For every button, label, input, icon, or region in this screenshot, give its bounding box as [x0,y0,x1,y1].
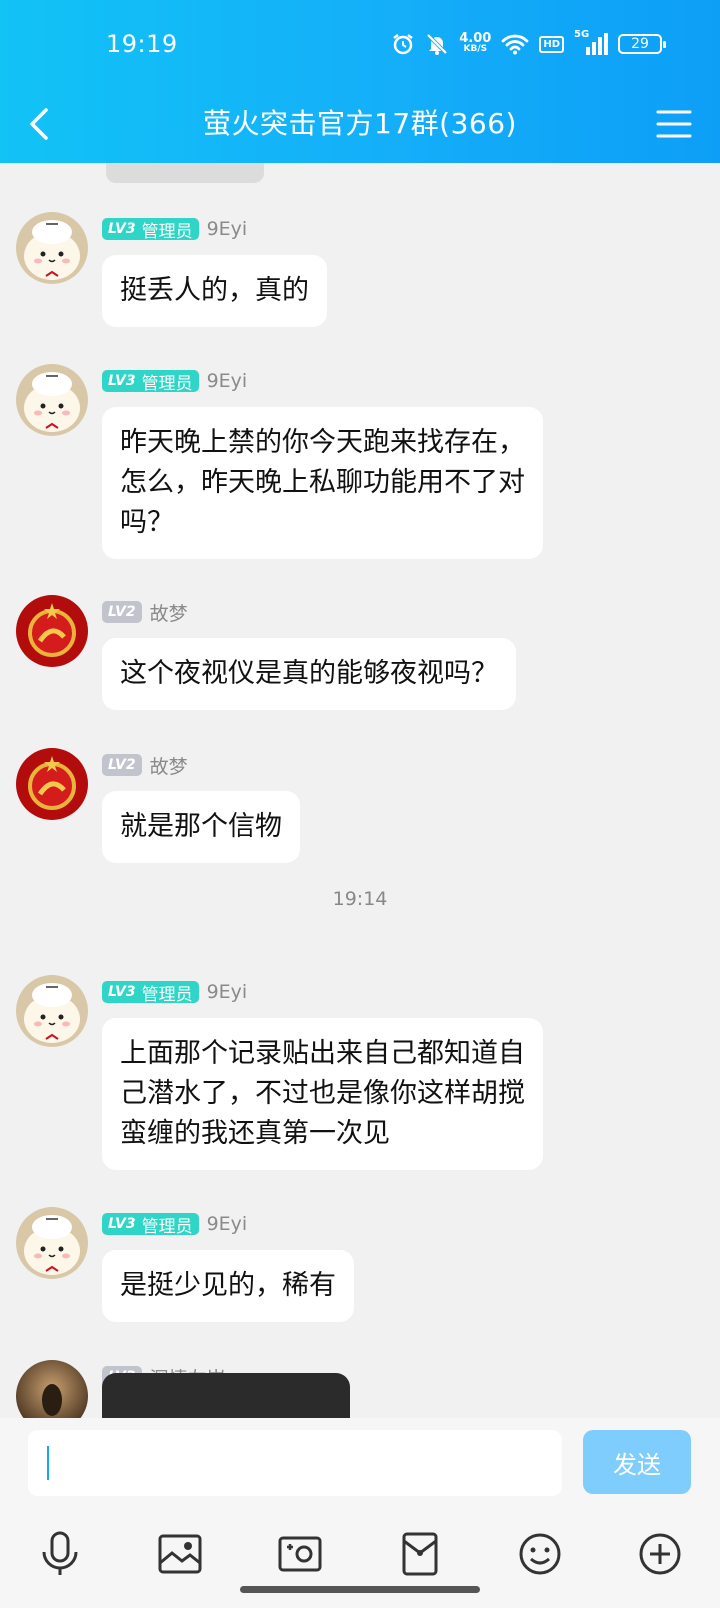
level-badge: LV3 [102,1213,140,1235]
text-caret [47,1446,49,1480]
message-bubble[interactable]: 上面那个记录贴出来自己都知道自 己潜水了，不过也是像你这样胡搅 蛮缠的我还真第一… [102,1018,543,1170]
bunny-avatar-icon [16,1207,88,1279]
bunny-avatar-icon [16,364,88,436]
send-button[interactable]: 发送 [583,1430,691,1494]
microphone-icon [42,1531,78,1575]
image-icon [158,1534,202,1574]
more-button[interactable] [630,1524,690,1584]
avatar[interactable] [16,1207,88,1279]
message-meta: LV3 管理员 9Eyi [102,368,247,394]
message-meta: LV3 管理员 9Eyi [102,1211,247,1237]
alarm-icon [391,32,415,56]
status-time: 19:19 [106,30,178,58]
voice-button[interactable] [30,1524,90,1584]
message-meta: LV3 管理员 9Eyi [102,216,247,242]
sender-name[interactable]: 9Eyi [207,981,248,1003]
emblem-avatar-icon [16,748,88,820]
emoji-button[interactable] [510,1524,570,1584]
avatar[interactable] [16,212,88,284]
menu-button[interactable] [654,104,694,144]
chat-message-list[interactable]: LV3 管理员 9Eyi 挺丢人的，真的 LV3 管理员 9Eyi 昨天晚上禁的… [0,163,720,1418]
battery-level: 29 [631,36,649,52]
role-badge: 管理员 [139,1213,199,1237]
camera-button[interactable] [270,1524,330,1584]
bunny-avatar-icon [16,212,88,284]
net-speed: 4.00 KB/S [459,31,492,55]
sender-name[interactable]: 故梦 [150,752,188,779]
sender-name[interactable]: 故梦 [150,599,188,626]
home-indicator[interactable] [240,1586,480,1593]
previous-image-message[interactable] [106,163,264,183]
menu-icon [656,110,692,138]
emblem-avatar-icon [16,595,88,667]
avatar[interactable] [16,595,88,667]
emoji-icon [519,1533,561,1575]
role-badge: 管理员 [139,981,199,1005]
message-bubble[interactable]: 这个夜视仪是真的能够夜视吗？ [102,638,516,710]
red-packet-icon [402,1532,438,1576]
time-divider: 19:14 [332,888,388,910]
bunny-avatar-icon [16,975,88,1047]
image-message[interactable] [102,1373,350,1418]
avatar[interactable] [16,1360,88,1418]
page-title: 萤火突击官方17群(366) [203,107,517,140]
signal-icon: 5G [574,29,608,55]
level-badge: LV3 [102,218,140,240]
input-area: 发送 [0,1418,720,1608]
message-bubble[interactable]: 挺丢人的，真的 [102,255,327,327]
role-badge: 管理员 [139,370,199,394]
message-meta: LV2 故梦 [102,752,188,778]
net-speed-unit: KB/S [463,44,488,54]
net-speed-value: 4.00 [459,31,492,46]
level-badge: LV3 [102,370,140,392]
camera-icon [278,1536,322,1572]
network-type: 5G [574,29,590,40]
wifi-icon [501,33,529,55]
level-badge: LV2 [102,601,142,623]
nav-bar: 萤火突击官方17群(366) [0,92,720,162]
level-badge: LV3 [102,981,140,1003]
red-packet-button[interactable] [390,1524,450,1584]
level-badge: LV2 [102,754,142,776]
avatar[interactable] [16,364,88,436]
hd-badge: HD [539,35,564,53]
avatar[interactable] [16,975,88,1047]
message-meta: LV3 管理员 9Eyi [102,979,247,1005]
message-bubble[interactable]: 就是那个信物 [102,791,300,863]
sender-name[interactable]: 9Eyi [207,370,248,392]
role-badge: 管理员 [139,218,199,242]
image-button[interactable] [150,1524,210,1584]
message-bubble[interactable]: 是挺少见的，稀有 [102,1250,354,1322]
message-input[interactable] [28,1430,562,1496]
status-icons: 4.00 KB/S HD 5G 29 [391,29,666,56]
message-meta: LV2 故梦 [102,599,188,625]
battery-icon: 29 [618,34,666,54]
sender-name[interactable]: 9Eyi [207,218,248,240]
sender-name[interactable]: 9Eyi [207,1213,248,1235]
mute-icon [425,32,449,56]
avatar[interactable] [16,748,88,820]
status-bar: 19:19 4.00 KB/S HD 5G 29 [0,0,720,92]
photo-avatar-icon [16,1360,88,1418]
plus-icon [639,1533,681,1575]
message-bubble[interactable]: 昨天晚上禁的你今天跑来找存在， 怎么，昨天晚上私聊功能用不了对 吗？ [102,407,543,559]
input-toolbar [0,1524,720,1584]
chat-header: 19:19 4.00 KB/S HD 5G 29 萤火突击官方17群(366) [0,0,720,163]
